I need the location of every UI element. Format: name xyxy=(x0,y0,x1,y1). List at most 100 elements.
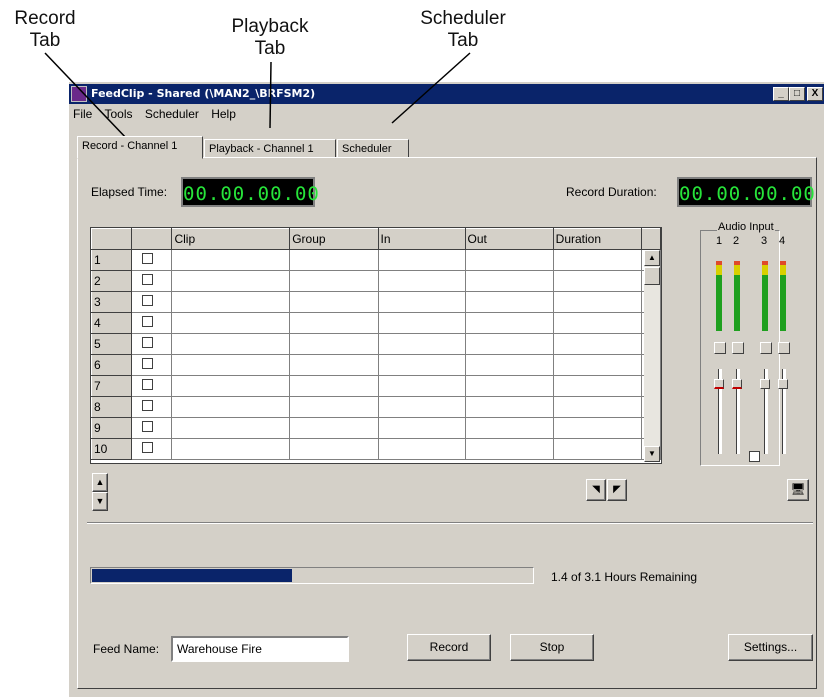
tab-scheduler[interactable]: Scheduler xyxy=(337,139,409,158)
menu-tools[interactable]: Tools xyxy=(104,107,132,121)
cell-clip[interactable] xyxy=(171,291,291,313)
cell-in[interactable] xyxy=(377,270,466,292)
row-checkbox[interactable] xyxy=(141,316,153,327)
cell-clip[interactable] xyxy=(171,333,291,355)
monitor-icon[interactable]: 🖥 xyxy=(787,479,809,501)
row-number[interactable]: 2 xyxy=(91,270,132,292)
row-number[interactable]: 6 xyxy=(91,354,132,376)
row-checkbox[interactable] xyxy=(141,295,153,306)
channel-1-select-button[interactable] xyxy=(714,342,726,354)
row-number[interactable]: 1 xyxy=(91,249,132,271)
cell-duration[interactable] xyxy=(552,249,643,271)
cell-out[interactable] xyxy=(464,333,554,355)
maximize-button[interactable]: □ xyxy=(789,87,805,101)
cell-clip[interactable] xyxy=(171,312,291,334)
cell-group[interactable] xyxy=(289,333,379,355)
table-row[interactable]: 1 xyxy=(91,249,661,271)
row-checkbox[interactable] xyxy=(141,421,153,432)
cell-duration[interactable] xyxy=(552,354,643,376)
cell-duration[interactable] xyxy=(552,270,643,292)
channel-3-select-button[interactable] xyxy=(760,342,772,354)
record-button[interactable]: Record xyxy=(407,634,491,661)
cell-in[interactable] xyxy=(377,354,466,376)
row-checkbox[interactable] xyxy=(141,337,153,348)
column-header-clip[interactable]: Clip xyxy=(171,228,291,250)
table-row[interactable]: 5 xyxy=(91,333,661,355)
menu-help[interactable]: Help xyxy=(211,107,236,121)
cell-clip[interactable] xyxy=(171,417,291,439)
cell-group[interactable] xyxy=(289,354,379,376)
row-number[interactable]: 5 xyxy=(91,333,132,355)
cell-clip[interactable] xyxy=(171,396,291,418)
cell-group[interactable] xyxy=(289,375,379,397)
table-row[interactable]: 2 xyxy=(91,270,661,292)
cell-duration[interactable] xyxy=(552,375,643,397)
scroll-down-arrow-icon[interactable]: ▼ xyxy=(644,446,660,462)
cell-duration[interactable] xyxy=(552,333,643,355)
scroll-up-arrow-icon[interactable]: ▲ xyxy=(644,250,660,266)
cell-group[interactable] xyxy=(289,291,379,313)
row-number[interactable]: 3 xyxy=(91,291,132,313)
table-row[interactable]: 9 xyxy=(91,417,661,439)
cell-in[interactable] xyxy=(377,291,466,313)
menu-file[interactable]: File xyxy=(73,107,92,121)
cell-out[interactable] xyxy=(464,354,554,376)
cell-group[interactable] xyxy=(289,438,379,460)
cell-group[interactable] xyxy=(289,396,379,418)
cell-in[interactable] xyxy=(377,396,466,418)
cell-duration[interactable] xyxy=(552,312,643,334)
table-row[interactable]: 7 xyxy=(91,375,661,397)
cell-duration[interactable] xyxy=(552,396,643,418)
row-checkbox[interactable] xyxy=(141,379,153,390)
tab-record-channel-1[interactable]: Record - Channel 1 xyxy=(77,136,203,159)
scroll-thumb[interactable] xyxy=(644,267,660,285)
column-header-duration[interactable]: Duration xyxy=(552,228,643,250)
cell-out[interactable] xyxy=(464,417,554,439)
row-checkbox[interactable] xyxy=(141,442,153,453)
mark-in-button[interactable]: ◥ xyxy=(586,479,606,501)
fader-knob-2[interactable] xyxy=(732,379,742,389)
cell-out[interactable] xyxy=(464,270,554,292)
cell-in[interactable] xyxy=(377,333,466,355)
row-number[interactable]: 8 xyxy=(91,396,132,418)
row-number[interactable]: 10 xyxy=(91,438,132,460)
cell-out[interactable] xyxy=(464,249,554,271)
cell-clip[interactable] xyxy=(171,438,291,460)
tab-playback-channel-1[interactable]: Playback - Channel 1 xyxy=(204,139,336,158)
cell-clip[interactable] xyxy=(171,354,291,376)
cell-group[interactable] xyxy=(289,249,379,271)
channel-2-select-button[interactable] xyxy=(732,342,744,354)
grid-vertical-scrollbar[interactable]: ▲ ▼ xyxy=(644,250,660,462)
cell-in[interactable] xyxy=(377,417,466,439)
cell-out[interactable] xyxy=(464,291,554,313)
column-header-group[interactable]: Group xyxy=(289,228,379,250)
link-checkbox[interactable] xyxy=(749,451,760,462)
cell-clip[interactable] xyxy=(171,375,291,397)
fader-knob-1[interactable] xyxy=(714,379,724,389)
table-row[interactable]: 6 xyxy=(91,354,661,376)
cell-out[interactable] xyxy=(464,312,554,334)
row-checkbox[interactable] xyxy=(141,400,153,411)
cell-duration[interactable] xyxy=(552,417,643,439)
column-header-in[interactable]: In xyxy=(377,228,466,250)
mark-out-button[interactable]: ◤ xyxy=(607,479,627,501)
cell-out[interactable] xyxy=(464,438,554,460)
channel-4-select-button[interactable] xyxy=(778,342,790,354)
menu-scheduler[interactable]: Scheduler xyxy=(145,107,199,121)
cell-in[interactable] xyxy=(377,438,466,460)
row-checkbox[interactable] xyxy=(141,274,153,285)
move-down-button[interactable]: ▼ xyxy=(92,492,108,511)
cell-duration[interactable] xyxy=(552,438,643,460)
feed-name-input[interactable]: Warehouse Fire xyxy=(171,636,349,662)
cell-in[interactable] xyxy=(377,312,466,334)
row-number[interactable]: 9 xyxy=(91,417,132,439)
table-row[interactable]: 4 xyxy=(91,312,661,334)
cell-group[interactable] xyxy=(289,417,379,439)
column-header-out[interactable]: Out xyxy=(464,228,554,250)
cell-in[interactable] xyxy=(377,249,466,271)
close-button[interactable]: X xyxy=(807,87,823,101)
cell-in[interactable] xyxy=(377,375,466,397)
row-number[interactable]: 4 xyxy=(91,312,132,334)
cell-group[interactable] xyxy=(289,270,379,292)
stop-button[interactable]: Stop xyxy=(510,634,594,661)
